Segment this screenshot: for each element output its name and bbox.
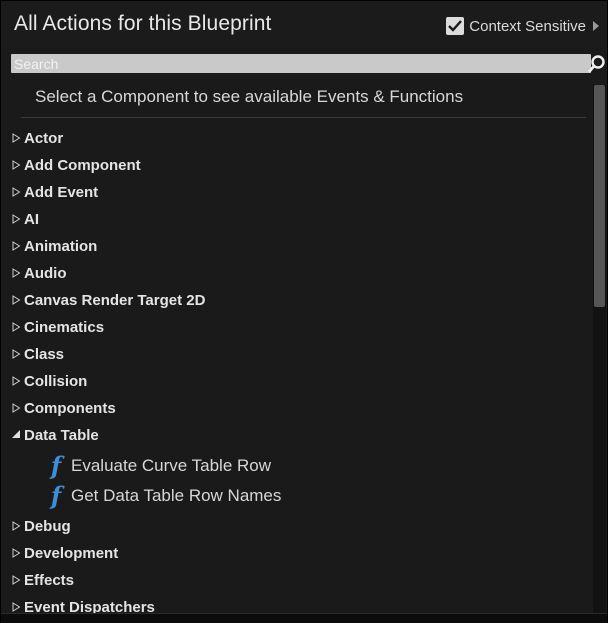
footer-bar — [1, 613, 607, 623]
category-label: Class — [24, 345, 65, 363]
menu-title: All Actions for this Blueprint — [14, 12, 272, 35]
category-label: AI — [24, 210, 39, 228]
category-label: Collision — [24, 372, 88, 390]
action-item[interactable]: f Evaluate Curve Table Row — [49, 453, 271, 479]
category-label: Effects — [24, 571, 75, 589]
category-debug[interactable]: Debug — [12, 515, 71, 537]
category-class[interactable]: Class — [12, 343, 64, 365]
category-label: Data Table — [24, 426, 99, 444]
category-label: Audio — [24, 264, 67, 282]
category-label: Animation — [24, 237, 98, 255]
triangle-right-icon[interactable] — [12, 548, 21, 558]
category-label: Cinematics — [24, 318, 105, 336]
menu-header: All Actions for this Blueprint Context S… — [1, 1, 607, 47]
triangle-right-icon[interactable] — [12, 268, 21, 278]
function-icon: f — [50, 451, 62, 480]
triangle-right-icon[interactable] — [12, 160, 21, 170]
checkmark-icon — [448, 20, 463, 32]
scrollbar-thumb[interactable] — [594, 85, 605, 307]
category-label: Actor — [24, 129, 64, 147]
category-add-event[interactable]: Add Event — [12, 181, 98, 203]
action-item-label: Get Data Table Row Names — [71, 486, 282, 505]
search-input[interactable] — [11, 54, 574, 73]
triangle-right-icon[interactable] — [12, 403, 21, 413]
category-label: Canvas Render Target 2D — [24, 291, 206, 309]
triangle-right-icon[interactable] — [12, 602, 21, 612]
function-icon: f — [50, 481, 62, 510]
category-canvas-render-target-2d[interactable]: Canvas Render Target 2D — [12, 289, 205, 311]
category-label: Add Event — [24, 183, 99, 201]
hint-text: Select a Component to see available Even… — [35, 87, 464, 106]
blueprint-action-menu: All Actions for this Blueprint Context S… — [0, 0, 608, 623]
category-collision[interactable]: Collision — [12, 370, 87, 392]
triangle-right-icon[interactable] — [12, 349, 21, 359]
category-label: Add Component — [24, 156, 141, 174]
category-data-table[interactable]: Data Table — [12, 424, 99, 446]
category-label: Development — [24, 544, 119, 562]
context-sensitive-checkbox[interactable] — [446, 17, 465, 35]
category-add-component[interactable]: Add Component — [12, 154, 141, 176]
triangle-right-icon[interactable] — [12, 295, 21, 305]
context-sensitive-toggle[interactable]: Context Sensitive — [446, 16, 599, 36]
search-box[interactable] — [11, 54, 591, 73]
action-item[interactable]: f Get Data Table Row Names — [49, 481, 282, 510]
category-actor[interactable]: Actor — [12, 127, 63, 149]
triangle-right-icon[interactable] — [12, 376, 21, 386]
action-item-label: Evaluate Curve Table Row — [71, 456, 272, 475]
triangle-right-icon[interactable] — [12, 575, 21, 585]
triangle-down-icon[interactable] — [12, 430, 21, 440]
category-label: Debug — [24, 517, 71, 535]
category-audio[interactable]: Audio — [12, 262, 67, 284]
search-icon[interactable] — [587, 54, 607, 74]
triangle-right-icon[interactable] — [12, 322, 21, 332]
category-effects[interactable]: Effects — [12, 569, 74, 591]
category-development[interactable]: Development — [12, 542, 118, 564]
triangle-right-icon[interactable] — [12, 241, 21, 251]
triangle-right-icon[interactable] — [12, 214, 21, 224]
category-ai[interactable]: AI — [12, 208, 39, 230]
category-animation[interactable]: Animation — [12, 235, 97, 257]
triangle-right-icon[interactable] — [12, 187, 21, 197]
divider — [21, 117, 586, 118]
category-cinematics[interactable]: Cinematics — [12, 316, 104, 338]
triangle-right-icon[interactable] — [12, 521, 21, 531]
scrollbar[interactable] — [593, 85, 606, 615]
category-label: Components — [24, 399, 116, 417]
triangle-right-icon[interactable] — [12, 133, 21, 143]
expand-arrow-icon[interactable] — [593, 21, 599, 31]
context-sensitive-label: Context Sensitive — [469, 17, 586, 35]
category-components[interactable]: Components — [12, 397, 116, 419]
